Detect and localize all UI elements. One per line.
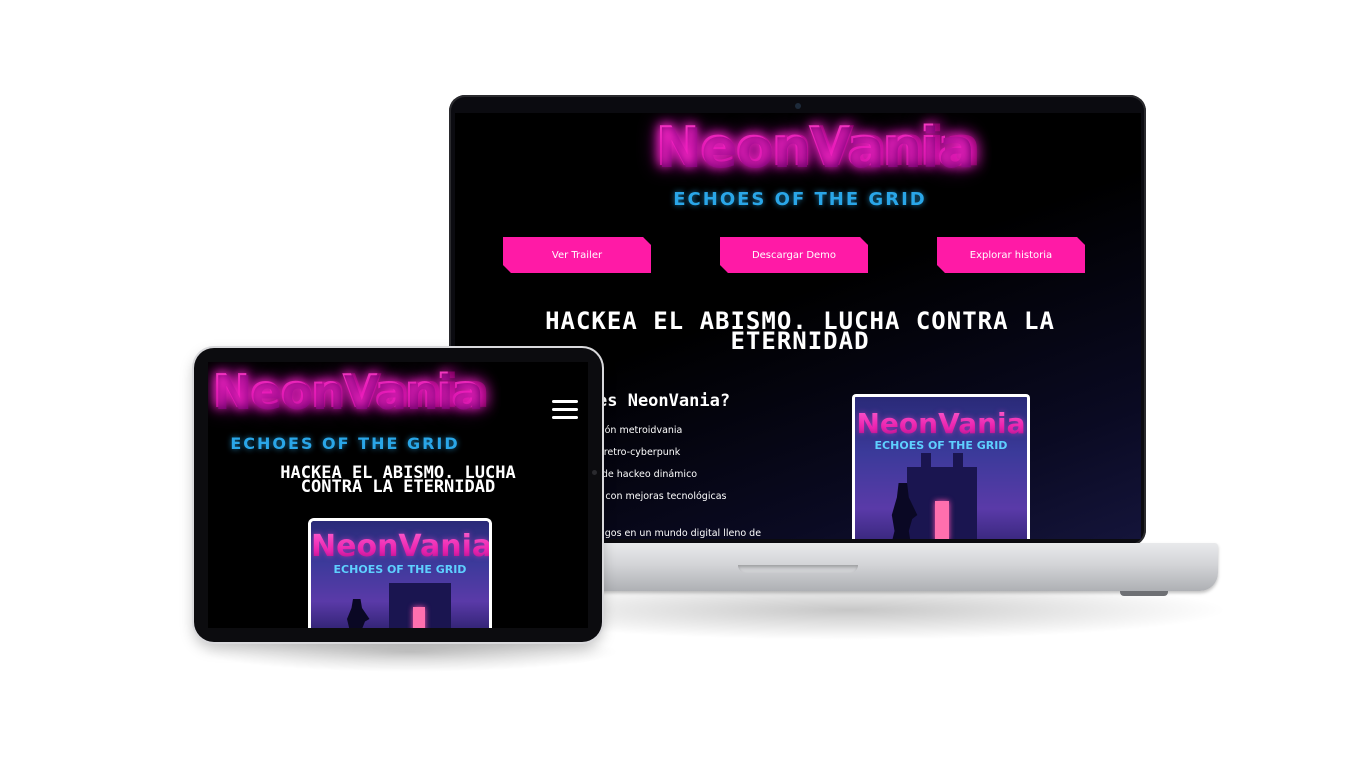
tablet-screen: NeonVania NeonVania ECHOES OF THE GRID H… (208, 362, 588, 628)
hero-heading: HACKEA EL ABISMO. LUCHA CONTRA LA ETERNI… (280, 463, 516, 497)
feature-item: emigos en un mundo digital lleno de (587, 528, 762, 539)
laptop-trackpad-notch (738, 565, 858, 573)
feature-item: na de hackeo dinámico (587, 469, 698, 480)
tablet-camera (592, 470, 597, 475)
hamburger-menu-icon[interactable] (552, 400, 578, 420)
cover-title: NeonVania (311, 529, 492, 564)
castle-window (413, 607, 425, 628)
feature-item: ate con mejoras tecnológicas (587, 491, 727, 502)
laptop-foot (1120, 591, 1168, 596)
cover-title: NeonVania (856, 407, 1026, 440)
logo-title: NeonVania (212, 364, 482, 418)
laptop-camera (795, 103, 801, 109)
download-demo-button[interactable]: Descargar Demo (720, 237, 868, 273)
trailer-button[interactable]: Ver Trailer (503, 237, 651, 273)
cover-subtitle: ECHOES OF THE GRID (874, 439, 1008, 452)
hero-heading: HACKEA EL ABISMO. LUCHA CONTRA LA ETERNI… (545, 307, 1055, 355)
explore-story-button[interactable]: Explorar historia (937, 237, 1085, 273)
logo-subtitle: ECHOES OF THE GRID (230, 434, 460, 453)
cover-subtitle: ECHOES OF THE GRID (333, 563, 467, 576)
cover-art: NeonVania ECHOES OF THE GRID (311, 521, 489, 628)
logo-title: NeonVania (655, 115, 973, 178)
logo-subtitle: ECHOES OF THE GRID (673, 189, 927, 210)
castle-window (935, 501, 949, 539)
castle-spire (921, 453, 931, 483)
game-cover-image: NeonVania ECHOES OF THE GRID (308, 518, 492, 628)
castle-spire (953, 453, 963, 483)
about-heading: es NeonVania? (597, 391, 731, 411)
game-cover-image: NeonVania ECHOES OF THE GRID (852, 394, 1030, 539)
cover-art: NeonVania ECHOES OF THE GRID (855, 397, 1027, 539)
hero-silhouette (342, 599, 370, 628)
